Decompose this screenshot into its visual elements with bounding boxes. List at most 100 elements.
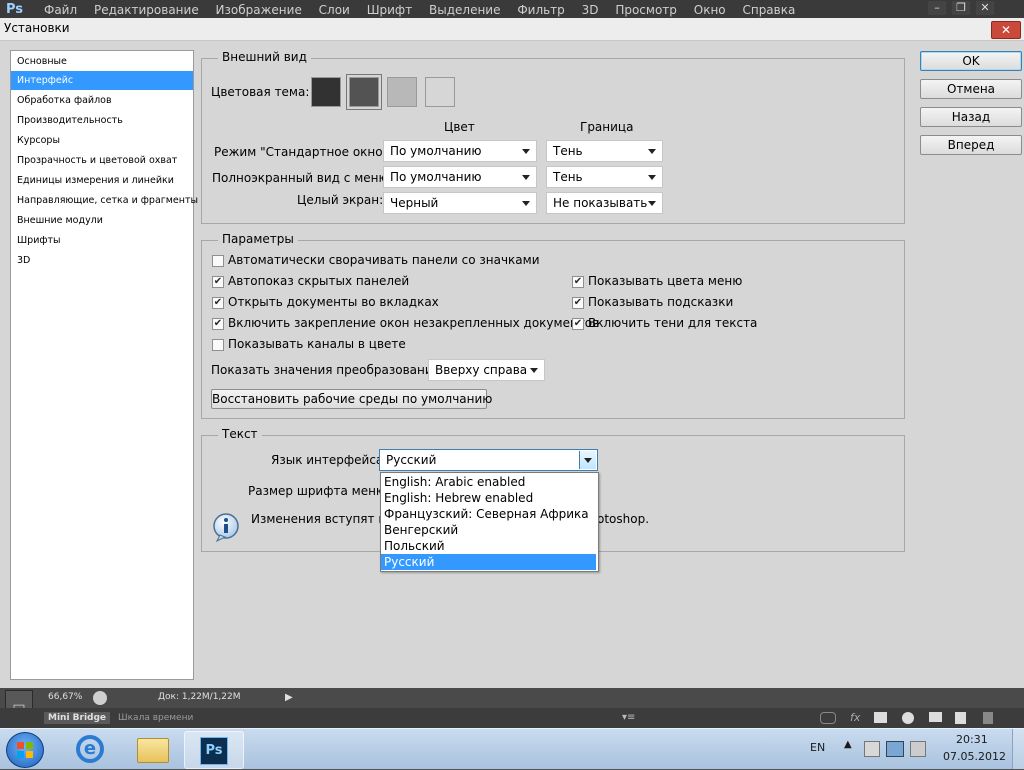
- proof-icon[interactable]: [93, 691, 107, 705]
- theme-label: Цветовая тема:: [211, 85, 310, 99]
- fullscreen-border-select[interactable]: Не показывать: [546, 192, 663, 214]
- photoshop-menu: Файл Редактирование Изображение Слои Шри…: [44, 3, 808, 17]
- enable-docking-checkbox[interactable]: ✔: [212, 318, 224, 330]
- folder-icon: [137, 738, 169, 763]
- chevron-down-icon: [522, 149, 530, 154]
- standard-mode-border-select[interactable]: Тень: [546, 140, 663, 162]
- border-column-header: Граница: [580, 120, 634, 134]
- language-option[interactable]: English: Arabic enabled: [381, 474, 596, 490]
- dialog-titlebar: Установки ✕: [0, 18, 1024, 41]
- text-shadows-checkbox[interactable]: ✔: [572, 318, 584, 330]
- nav-item-type[interactable]: Шрифты: [11, 231, 193, 250]
- language-option[interactable]: Венгерский: [381, 522, 596, 538]
- menu-item-filter[interactable]: Фильтр: [517, 3, 564, 17]
- auto-show-panels-checkbox[interactable]: ✔: [212, 276, 224, 288]
- reset-workspaces-button[interactable]: Восстановить рабочие среды по умолчанию: [211, 389, 492, 409]
- nav-item-performance[interactable]: Производительность: [11, 111, 193, 130]
- action-center-icon[interactable]: [864, 741, 880, 757]
- photoshop-app-icon: Ps: [200, 737, 228, 765]
- menu-colors-checkbox[interactable]: ✔: [572, 276, 584, 288]
- fullscreen-menu-border-value: Тень: [553, 170, 583, 184]
- nav-item-transparency[interactable]: Прозрачность и цветовой охват: [11, 151, 193, 170]
- link-icon[interactable]: [820, 712, 836, 724]
- adjustment-icon[interactable]: [902, 712, 914, 724]
- menu-item-select[interactable]: Выделение: [429, 3, 500, 17]
- tooltips-checkbox[interactable]: ✔: [572, 297, 584, 309]
- new-layer-icon[interactable]: [955, 712, 966, 724]
- nav-item-file-handling[interactable]: Обработка файлов: [11, 91, 193, 110]
- start-button[interactable]: [6, 732, 44, 768]
- clock-time[interactable]: 20:31: [956, 733, 988, 746]
- cancel-button[interactable]: Отмена: [920, 79, 1022, 99]
- language-option[interactable]: Французский: Северная Африка: [381, 506, 596, 522]
- info-text-left: Изменения вступят в с: [251, 512, 396, 526]
- network-icon[interactable]: [886, 741, 904, 757]
- menu-item-edit[interactable]: Редактирование: [94, 3, 199, 17]
- fullscreen-menu-color-value: По умолчанию: [390, 170, 482, 184]
- color-channels-checkbox[interactable]: [212, 339, 224, 351]
- show-hidden-icons[interactable]: ▲: [844, 739, 852, 750]
- chevron-down-icon: [584, 458, 592, 463]
- fx-icon[interactable]: fx: [850, 711, 860, 724]
- language-option[interactable]: Польский: [381, 538, 596, 554]
- appearance-title: Внешний вид: [218, 50, 311, 64]
- nav-item-cursors[interactable]: Курсоры: [11, 131, 193, 150]
- fullscreen-color-select[interactable]: Черный: [383, 192, 537, 214]
- menu-item-help[interactable]: Справка: [742, 3, 795, 17]
- taskbar-photoshop-button[interactable]: Ps: [184, 731, 244, 769]
- nav-item-general[interactable]: Основные: [11, 52, 193, 71]
- theme-swatch-4[interactable]: [425, 77, 455, 107]
- menu-item-view[interactable]: Просмотр: [615, 3, 677, 17]
- nav-item-units[interactable]: Единицы измерения и линейки: [11, 171, 193, 190]
- fullscreen-menu-color-select[interactable]: По умолчанию: [383, 166, 537, 188]
- auto-collapse-checkbox[interactable]: [212, 255, 224, 267]
- mini-bridge-tab[interactable]: Mini Bridge: [44, 712, 111, 724]
- photoshop-menubar: Ps Файл Редактирование Изображение Слои …: [0, 0, 1024, 20]
- menu-item-file[interactable]: Файл: [44, 3, 77, 17]
- zoom-readout[interactable]: 66,67%: [48, 692, 82, 702]
- dialog-close-button[interactable]: ✕: [991, 21, 1021, 39]
- maximize-icon[interactable]: ❐: [952, 1, 970, 15]
- ui-language-select[interactable]: Русский: [379, 449, 598, 471]
- menu-colors-label: Показывать цвета меню: [588, 274, 743, 288]
- fullscreen-menu-border-select[interactable]: Тень: [546, 166, 663, 188]
- trash-icon[interactable]: [983, 712, 993, 724]
- language-option-selected[interactable]: Русский: [381, 554, 596, 570]
- menu-item-window[interactable]: Окно: [694, 3, 726, 17]
- taskbar-explorer-button[interactable]: [122, 731, 180, 767]
- status-arrow-icon[interactable]: ▶: [285, 690, 297, 706]
- chevron-down-icon: [522, 175, 530, 180]
- menu-item-layers[interactable]: Слои: [319, 3, 350, 17]
- nav-item-guides[interactable]: Направляющие, сетка и фрагменты: [11, 191, 198, 210]
- volume-icon[interactable]: [910, 741, 926, 757]
- back-button[interactable]: Назад: [920, 107, 1022, 127]
- nav-item-3d[interactable]: 3D: [11, 251, 193, 270]
- clock-date[interactable]: 07.05.2012: [943, 750, 1006, 763]
- standard-mode-color-select[interactable]: По умолчанию: [383, 140, 537, 162]
- nav-item-interface[interactable]: Интерфейс: [11, 71, 193, 90]
- menu-item-3d[interactable]: 3D: [582, 3, 599, 17]
- folder-icon[interactable]: [929, 712, 942, 722]
- language-option[interactable]: English: Hebrew enabled: [381, 490, 596, 506]
- fullscreen-border-value: Не показывать: [553, 196, 648, 210]
- theme-swatch-1[interactable]: [311, 77, 341, 107]
- transform-values-select[interactable]: Вверху справа: [428, 359, 545, 381]
- nav-item-plugins[interactable]: Внешние модули: [11, 211, 193, 230]
- show-desktop-button[interactable]: [1012, 729, 1024, 769]
- window-close-icon[interactable]: ✕: [976, 1, 994, 15]
- keyboard-language[interactable]: EN: [810, 741, 825, 754]
- minimize-icon[interactable]: –: [928, 1, 946, 15]
- mask-icon[interactable]: [874, 712, 887, 723]
- ok-button[interactable]: OK: [920, 51, 1022, 71]
- menu-item-type[interactable]: Шрифт: [367, 3, 413, 17]
- open-tabs-checkbox[interactable]: ✔: [212, 297, 224, 309]
- menu-item-image[interactable]: Изображение: [216, 3, 302, 17]
- forward-button[interactable]: Вперед: [920, 135, 1022, 155]
- ui-language-label: Язык интерфейса:: [271, 453, 388, 467]
- theme-swatch-2[interactable]: [346, 74, 382, 110]
- theme-swatch-3[interactable]: [387, 77, 417, 107]
- panel-menu-icon[interactable]: ▾≡: [622, 712, 635, 723]
- preferences-nav: Основные Интерфейс Обработка файлов Прои…: [10, 50, 198, 680]
- timeline-tab[interactable]: Шкала времени: [118, 713, 193, 723]
- taskbar-ie-button[interactable]: e: [60, 731, 118, 767]
